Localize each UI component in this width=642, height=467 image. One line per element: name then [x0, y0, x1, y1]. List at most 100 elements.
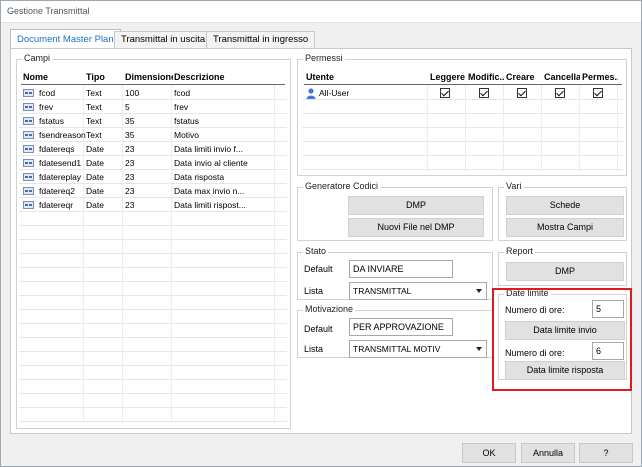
campi-row[interactable]: frev Text 5 frev — [19, 100, 287, 114]
campi-row[interactable]: fdatereplay Date 23 Data risposta — [19, 170, 287, 184]
stato-lista-select[interactable]: TRANSMITTAL — [349, 282, 487, 300]
col-header-permessi[interactable]: Permes... — [582, 72, 618, 82]
col-header-tipo[interactable]: Tipo — [86, 72, 122, 82]
campi-row[interactable]: fdatereqs Date 23 Data limiti invio f... — [19, 142, 287, 156]
campi-row[interactable]: fdatereqr Date 23 Data limiti rispost... — [19, 198, 287, 212]
cell-descrizione: Data limiti rispost... — [174, 200, 246, 210]
motivazione-lista-label: Lista — [304, 344, 324, 354]
vari-legend: Vari — [504, 181, 524, 191]
cell-dimensione: 23 — [125, 158, 135, 168]
annulla-button[interactable]: Annulla — [521, 443, 575, 463]
campi-empty-row — [19, 254, 287, 268]
cell-descrizione: Data invio al cliente — [174, 158, 248, 168]
field-icon — [23, 173, 34, 181]
cell-descrizione: Data max invio n... — [174, 186, 245, 196]
report-group: Report DMP — [498, 246, 627, 286]
col-header-utente[interactable]: Utente — [306, 72, 406, 82]
stato-default-label: Default — [304, 264, 333, 274]
permessi-empty-row — [302, 142, 624, 156]
stato-lista-label: Lista — [304, 286, 324, 296]
campi-row[interactable]: fstatus Text 35 fstatus — [19, 114, 287, 128]
nuovi-file-dmp-button[interactable]: Nuovi File nel DMP — [348, 218, 484, 237]
campi-row[interactable]: fcod Text 100 fcod — [19, 86, 287, 100]
gestione-transmittal-window: Gestione Transmittal Document Master Pla… — [0, 0, 642, 467]
campi-header-divider — [21, 84, 285, 85]
col-header-dimensione[interactable]: Dimensione — [125, 72, 173, 82]
generatore-dmp-button[interactable]: DMP — [348, 196, 484, 215]
permessi-empty-row — [302, 100, 624, 114]
motivazione-lista-select[interactable]: TRANSMITTAL MOTIV — [349, 340, 487, 358]
tab-transmittal-ingresso[interactable]: Transmittal in ingresso — [206, 31, 316, 49]
cell-tipo: Date — [86, 144, 104, 154]
field-icon — [23, 159, 34, 167]
report-dmp-button[interactable]: DMP — [506, 262, 624, 281]
campi-row[interactable]: fsendreason Text 35 Motivo — [19, 128, 287, 142]
ok-button[interactable]: OK — [462, 443, 516, 463]
campi-row[interactable]: fdatesend1 Date 23 Data invio al cliente — [19, 156, 287, 170]
cell-nome: fdatereqs — [39, 144, 75, 154]
numero-ore-invio-field[interactable]: 5 — [592, 300, 624, 318]
field-icon — [23, 131, 34, 139]
data-limite-invio-button[interactable]: Data limite invio — [505, 321, 625, 340]
cell-descrizione: frev — [174, 102, 189, 112]
cell-descrizione: Motivo — [174, 130, 200, 140]
cell-dimensione: 5 — [125, 102, 130, 112]
campi-group: Campi Nome Tipo Dimensione Descrizione f… — [16, 53, 291, 429]
col-header-creare[interactable]: Creare — [506, 72, 542, 82]
permessi-grid[interactable]: Utente Leggere Modific... Creare Cancell… — [302, 68, 624, 173]
schede-button[interactable]: Schede — [506, 196, 624, 215]
checkbox-leggere[interactable] — [440, 88, 450, 98]
permessi-row[interactable]: All-User — [302, 86, 624, 100]
checkbox-modificare[interactable] — [479, 88, 489, 98]
motivazione-group: Motivazione Default PER APPROVAZIONE Lis… — [297, 304, 493, 358]
campi-grid[interactable]: Nome Tipo Dimensione Descrizione fcod Te… — [19, 68, 287, 424]
campi-empty-row — [19, 212, 287, 226]
vari-group: Vari Schede Mostra Campi — [498, 181, 627, 241]
cell-nome: frev — [39, 102, 54, 112]
col-header-modificare[interactable]: Modific... — [468, 72, 504, 82]
help-button[interactable]: ? — [579, 443, 633, 463]
stato-default-field[interactable]: DA INVIARE — [349, 260, 453, 278]
cell-nome: fstatus — [39, 116, 65, 126]
mostra-campi-button[interactable]: Mostra Campi — [506, 218, 624, 237]
field-icon — [23, 117, 34, 125]
tab-document-master-plan[interactable]: Document Master Plan — [10, 29, 121, 49]
permessi-header-divider — [304, 84, 622, 85]
stato-group: Stato Default DA INVIARE Lista TRANSMITT… — [297, 246, 493, 300]
generatore-codici-legend: Generatore Codici — [303, 181, 381, 191]
field-icon — [23, 145, 34, 153]
campi-empty-row — [19, 226, 287, 240]
report-legend: Report — [504, 246, 536, 256]
col-header-descrizione[interactable]: Descrizione — [174, 72, 274, 82]
cell-tipo: Text — [86, 102, 102, 112]
motivazione-legend: Motivazione — [303, 304, 356, 314]
cell-nome: fdatesend1 — [39, 158, 82, 168]
campi-empty-row — [19, 282, 287, 296]
numero-ore-risposta-label: Numero di ore: — [505, 348, 565, 358]
col-header-nome[interactable]: Nome — [23, 72, 81, 82]
date-limite-group: Date limite Numero di ore: 5 Data limite… — [498, 288, 627, 380]
checkbox-creare[interactable] — [517, 88, 527, 98]
campi-row[interactable]: fdatereq2 Date 23 Data max invio n... — [19, 184, 287, 198]
permessi-empty-row — [302, 156, 624, 170]
title-bar: Gestione Transmittal — [1, 1, 641, 23]
stato-legend: Stato — [303, 246, 329, 256]
cell-dimensione: 23 — [125, 172, 135, 182]
chevron-down-icon — [476, 289, 482, 293]
tab-transmittal-uscita[interactable]: Transmittal in uscita — [114, 31, 213, 49]
cell-nome: fsendreason — [39, 130, 86, 140]
col-header-cancellare[interactable]: Cancella... — [544, 72, 580, 82]
cell-dimensione: 23 — [125, 144, 135, 154]
campi-empty-row — [19, 366, 287, 380]
motivazione-default-label: Default — [304, 324, 333, 334]
permessi-legend: Permessi — [303, 53, 345, 63]
data-limite-risposta-button[interactable]: Data limite risposta — [505, 361, 625, 380]
campi-empty-row — [19, 352, 287, 366]
checkbox-cancellare[interactable] — [555, 88, 565, 98]
cell-tipo: Text — [86, 116, 102, 126]
motivazione-default-field[interactable]: PER APPROVAZIONE — [349, 318, 453, 336]
col-header-leggere[interactable]: Leggere — [430, 72, 466, 82]
numero-ore-risposta-field[interactable]: 6 — [592, 342, 624, 360]
campi-legend: Campi — [22, 53, 53, 63]
checkbox-permessi[interactable] — [593, 88, 603, 98]
